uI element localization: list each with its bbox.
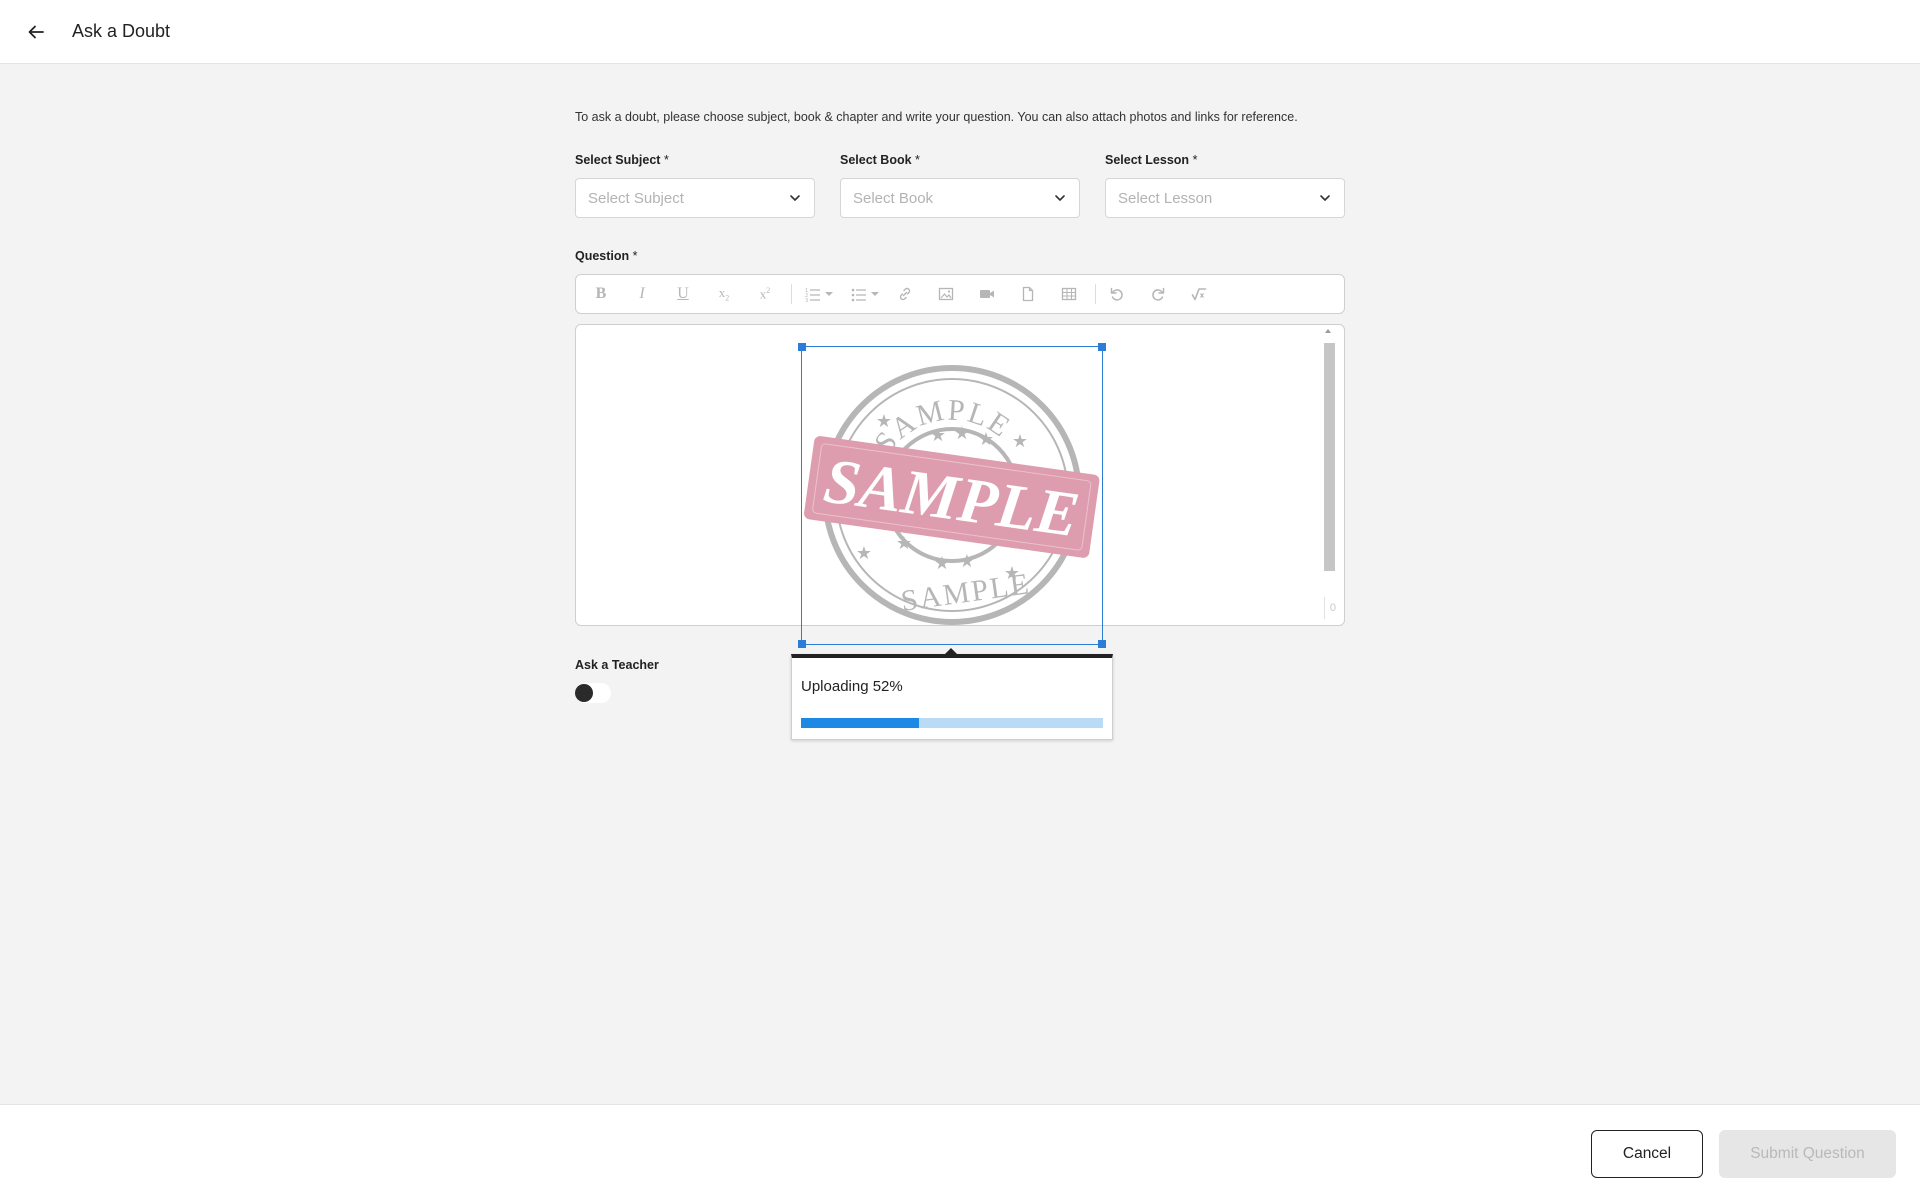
footer-bar: Cancel Submit Question [0, 1104, 1920, 1200]
svg-text:★: ★ [978, 429, 994, 450]
book-select-placeholder: Select Book [853, 189, 934, 207]
subject-select-placeholder: Select Subject [588, 189, 684, 207]
word-count: 0 [1323, 597, 1336, 619]
svg-text:★: ★ [959, 551, 975, 572]
header-bar: Ask a Doubt [0, 0, 1920, 64]
subscript-icon: x2 [718, 285, 730, 303]
superscript-icon: x2 [759, 285, 771, 302]
book-select-group: Select Book * Select Book [840, 153, 1080, 218]
scrollbar-thumb[interactable] [1324, 343, 1335, 571]
redo-button[interactable] [1143, 279, 1173, 309]
math-icon [1191, 288, 1207, 301]
resize-handle-bottom-left[interactable] [798, 640, 806, 648]
ask-doubt-form: To ask a doubt, please choose subject, b… [575, 64, 1345, 740]
toolbar-divider [1095, 284, 1096, 304]
toggle-knob [575, 684, 593, 702]
book-label: Select Book * [840, 153, 920, 167]
underline-icon: U [677, 285, 689, 302]
svg-text:★: ★ [954, 423, 970, 444]
subject-select-group: Select Subject * Select Subject [575, 153, 815, 218]
submit-question-button[interactable]: Submit Question [1719, 1130, 1896, 1178]
unordered-list-button[interactable] [844, 279, 874, 309]
lesson-select-placeholder: Select Lesson [1118, 189, 1213, 207]
upload-progress-fill [801, 718, 919, 728]
underline-button[interactable]: U [668, 279, 698, 309]
italic-icon: I [639, 285, 645, 302]
svg-text:★: ★ [856, 543, 872, 564]
lesson-label: Select Lesson * [1105, 153, 1198, 167]
toolbar-divider [791, 284, 792, 304]
lesson-select[interactable]: Select Lesson [1105, 178, 1345, 218]
svg-text:★: ★ [1012, 431, 1028, 452]
file-icon [1022, 286, 1034, 302]
chevron-down-icon [1320, 195, 1330, 201]
ordered-list-icon: 123 [805, 288, 820, 302]
lesson-select-group: Select Lesson * Select Lesson [1105, 153, 1345, 218]
chevron-down-icon [1055, 195, 1065, 201]
subject-select[interactable]: Select Subject [575, 178, 815, 218]
resize-handle-top-left[interactable] [798, 343, 806, 351]
unordered-list-dropdown[interactable] [871, 291, 879, 297]
bold-icon: B [595, 285, 607, 302]
svg-text:★: ★ [876, 411, 892, 432]
svg-text:★: ★ [930, 425, 946, 446]
upload-progress-bar [801, 718, 1103, 728]
link-icon [899, 287, 911, 301]
select-row: Select Subject * Select Subject Select B… [575, 153, 1345, 218]
chevron-down-icon [790, 195, 800, 201]
ordered-list-dropdown[interactable] [825, 291, 833, 297]
table-icon [1061, 287, 1077, 301]
upload-status-text: Uploading 52% [801, 678, 903, 695]
bold-button[interactable]: B [586, 279, 616, 309]
editor-toolbar: B I U x2 x2 123 [575, 274, 1345, 314]
editor-scrollbar[interactable] [1322, 329, 1336, 619]
image-icon [938, 287, 954, 301]
arrow-left-icon [28, 25, 44, 38]
question-editor[interactable]: 0 SAMPLE SAMPLE ★ ★ ★ ★ ★ ★ ★ ★ ★ ★ SAMP… [575, 324, 1345, 740]
popup-pointer-icon [945, 648, 957, 654]
svg-text:★: ★ [934, 553, 950, 574]
upload-progress-popup: Uploading 52% [791, 648, 1113, 740]
resize-handle-top-right[interactable] [1098, 343, 1106, 351]
scroll-up-arrow-icon[interactable] [1325, 329, 1331, 333]
svg-text:3: 3 [805, 298, 808, 302]
ask-teacher-label: Ask a Teacher [575, 658, 659, 672]
math-button[interactable] [1184, 279, 1214, 309]
back-button[interactable] [24, 20, 48, 44]
intro-text: To ask a doubt, please choose subject, b… [575, 110, 1298, 124]
ask-teacher-section: Ask a Teacher [575, 658, 659, 703]
subject-label: Select Subject * [575, 153, 669, 167]
selected-image[interactable]: SAMPLE SAMPLE ★ ★ ★ ★ ★ ★ ★ ★ ★ ★ SAMPLE [798, 343, 1106, 648]
link-button[interactable] [890, 279, 920, 309]
resize-handle-bottom-right[interactable] [1098, 640, 1106, 648]
book-select[interactable]: Select Book [840, 178, 1080, 218]
caret-down-icon [825, 292, 833, 296]
table-button[interactable] [1054, 279, 1084, 309]
svg-text:★: ★ [1004, 563, 1020, 584]
page-title: Ask a Doubt [72, 21, 171, 41]
subscript-button[interactable]: x2 [709, 279, 739, 309]
italic-button[interactable]: I [627, 279, 657, 309]
sample-stamp-image: SAMPLE SAMPLE ★★★ ★ ★ ★ ★★ ★★ SAMPLE [804, 365, 1100, 625]
image-button[interactable] [931, 279, 961, 309]
caret-down-icon [871, 292, 879, 296]
cancel-button[interactable]: Cancel [1591, 1130, 1703, 1178]
ask-teacher-toggle[interactable] [575, 683, 611, 703]
undo-button[interactable] [1102, 279, 1132, 309]
unordered-list-icon [851, 288, 866, 302]
undo-icon [1110, 287, 1123, 301]
video-icon [980, 290, 994, 298]
redo-icon [1152, 287, 1165, 301]
ordered-list-button[interactable]: 123 [798, 279, 828, 309]
superscript-button[interactable]: x2 [750, 279, 780, 309]
svg-text:★: ★ [896, 533, 912, 554]
video-button[interactable] [972, 279, 1002, 309]
file-button[interactable] [1013, 279, 1043, 309]
question-label: Question * [575, 249, 638, 263]
